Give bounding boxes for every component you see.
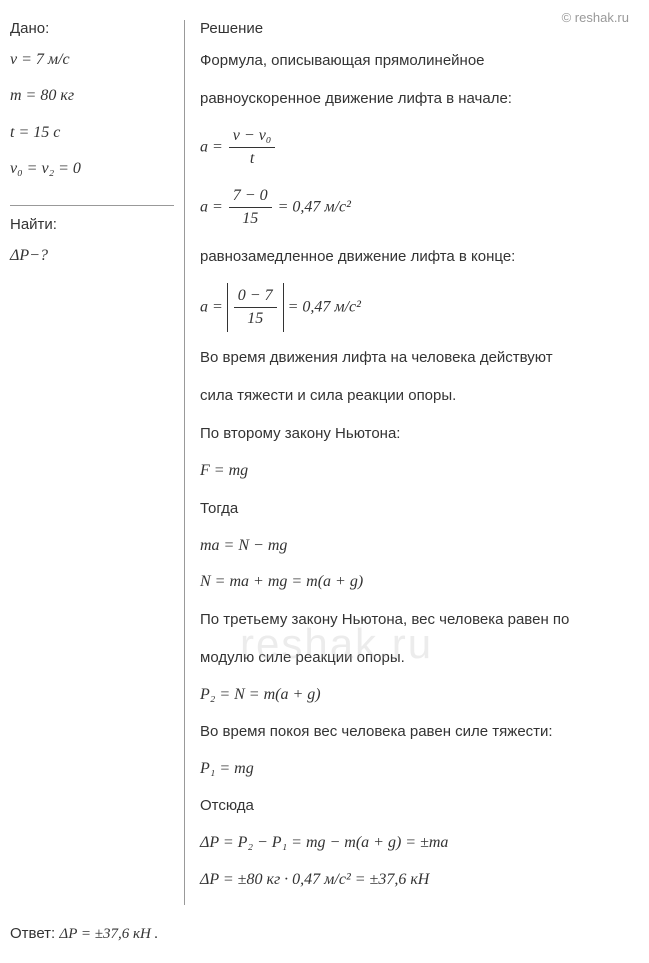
fraction: 0 − 7 15 bbox=[234, 285, 277, 331]
rhs: = 0,47 м/с² bbox=[288, 298, 361, 315]
given-title: Дано: bbox=[10, 20, 174, 37]
solution-text: По третьему закону Ньютона, вес человека… bbox=[200, 608, 639, 632]
formula: ΔP = ±80 кг · 0,47 м/с² = ±37,6 кН bbox=[200, 869, 639, 891]
lhs: a = bbox=[200, 139, 223, 156]
given-line: v₀ = v₂ = 0 bbox=[10, 158, 174, 180]
denominator: 15 bbox=[234, 308, 277, 330]
fraction: v − v₀ t bbox=[229, 125, 276, 171]
given-line: m = 80 кг bbox=[10, 85, 174, 107]
lhs: a = bbox=[200, 298, 223, 315]
find-title: Найти: bbox=[10, 216, 174, 233]
formula: a = v − v₀ t bbox=[200, 125, 639, 171]
solution-column: Решение Формула, описывающая прямолинейн… bbox=[185, 20, 639, 905]
fraction: 7 − 0 15 bbox=[229, 185, 272, 231]
solution-text: Во время движения лифта на человека дейс… bbox=[200, 346, 639, 370]
lhs: a = bbox=[200, 198, 223, 215]
find-line: ΔP−? bbox=[10, 245, 174, 267]
solution-text: равнозамедленное движение лифта в конце: bbox=[200, 245, 639, 269]
rhs: = 0,47 м/с² bbox=[278, 198, 351, 215]
denominator: 15 bbox=[229, 208, 272, 230]
solution-text: По второму закону Ньютона: bbox=[200, 422, 639, 446]
formula: ma = N − mg bbox=[200, 535, 639, 557]
solution-text: Тогда bbox=[200, 497, 639, 521]
absolute-value: 0 − 7 15 bbox=[227, 283, 284, 333]
solution-text: равноускоренное движение лифта в начале: bbox=[200, 87, 639, 111]
given-line: t = 15 с bbox=[10, 122, 174, 144]
given-column: Дано: v = 7 м/с m = 80 кг t = 15 с v₀ = … bbox=[10, 20, 185, 905]
answer-value: ΔP = ±37,6 кН . bbox=[59, 926, 158, 942]
formula: F = mg bbox=[200, 460, 639, 482]
formula: a = 0 − 7 15 = 0,47 м/с² bbox=[200, 283, 639, 333]
numerator: 0 − 7 bbox=[234, 285, 277, 308]
formula: P₂ = N = m(a + g) bbox=[200, 684, 639, 706]
numerator: v − v₀ bbox=[229, 125, 276, 148]
answer-label: Ответ: bbox=[10, 925, 55, 942]
denominator: t bbox=[229, 148, 276, 170]
formula: N = ma + mg = m(a + g) bbox=[200, 571, 639, 593]
solution-text: Во время покоя вес человека равен силе т… bbox=[200, 720, 639, 744]
formula: P₁ = mg bbox=[200, 758, 639, 780]
solution-container: Дано: v = 7 м/с m = 80 кг t = 15 с v₀ = … bbox=[0, 0, 649, 915]
solution-text: Отсюда bbox=[200, 794, 639, 818]
watermark-top: © reshak.ru bbox=[562, 10, 629, 25]
solution-text: модулю силе реакции опоры. bbox=[200, 646, 639, 670]
formula: a = 7 − 0 15 = 0,47 м/с² bbox=[200, 185, 639, 231]
numerator: 7 − 0 bbox=[229, 185, 272, 208]
answer-line: Ответ: ΔP = ±37,6 кН . bbox=[0, 915, 649, 963]
given-line: v = 7 м/с bbox=[10, 49, 174, 71]
solution-text: сила тяжести и сила реакции опоры. bbox=[200, 384, 639, 408]
formula: ΔP = P₂ − P₁ = mg − m(a + g) = ±ma bbox=[200, 832, 639, 854]
solution-text: Формула, описывающая прямолинейное bbox=[200, 49, 639, 73]
